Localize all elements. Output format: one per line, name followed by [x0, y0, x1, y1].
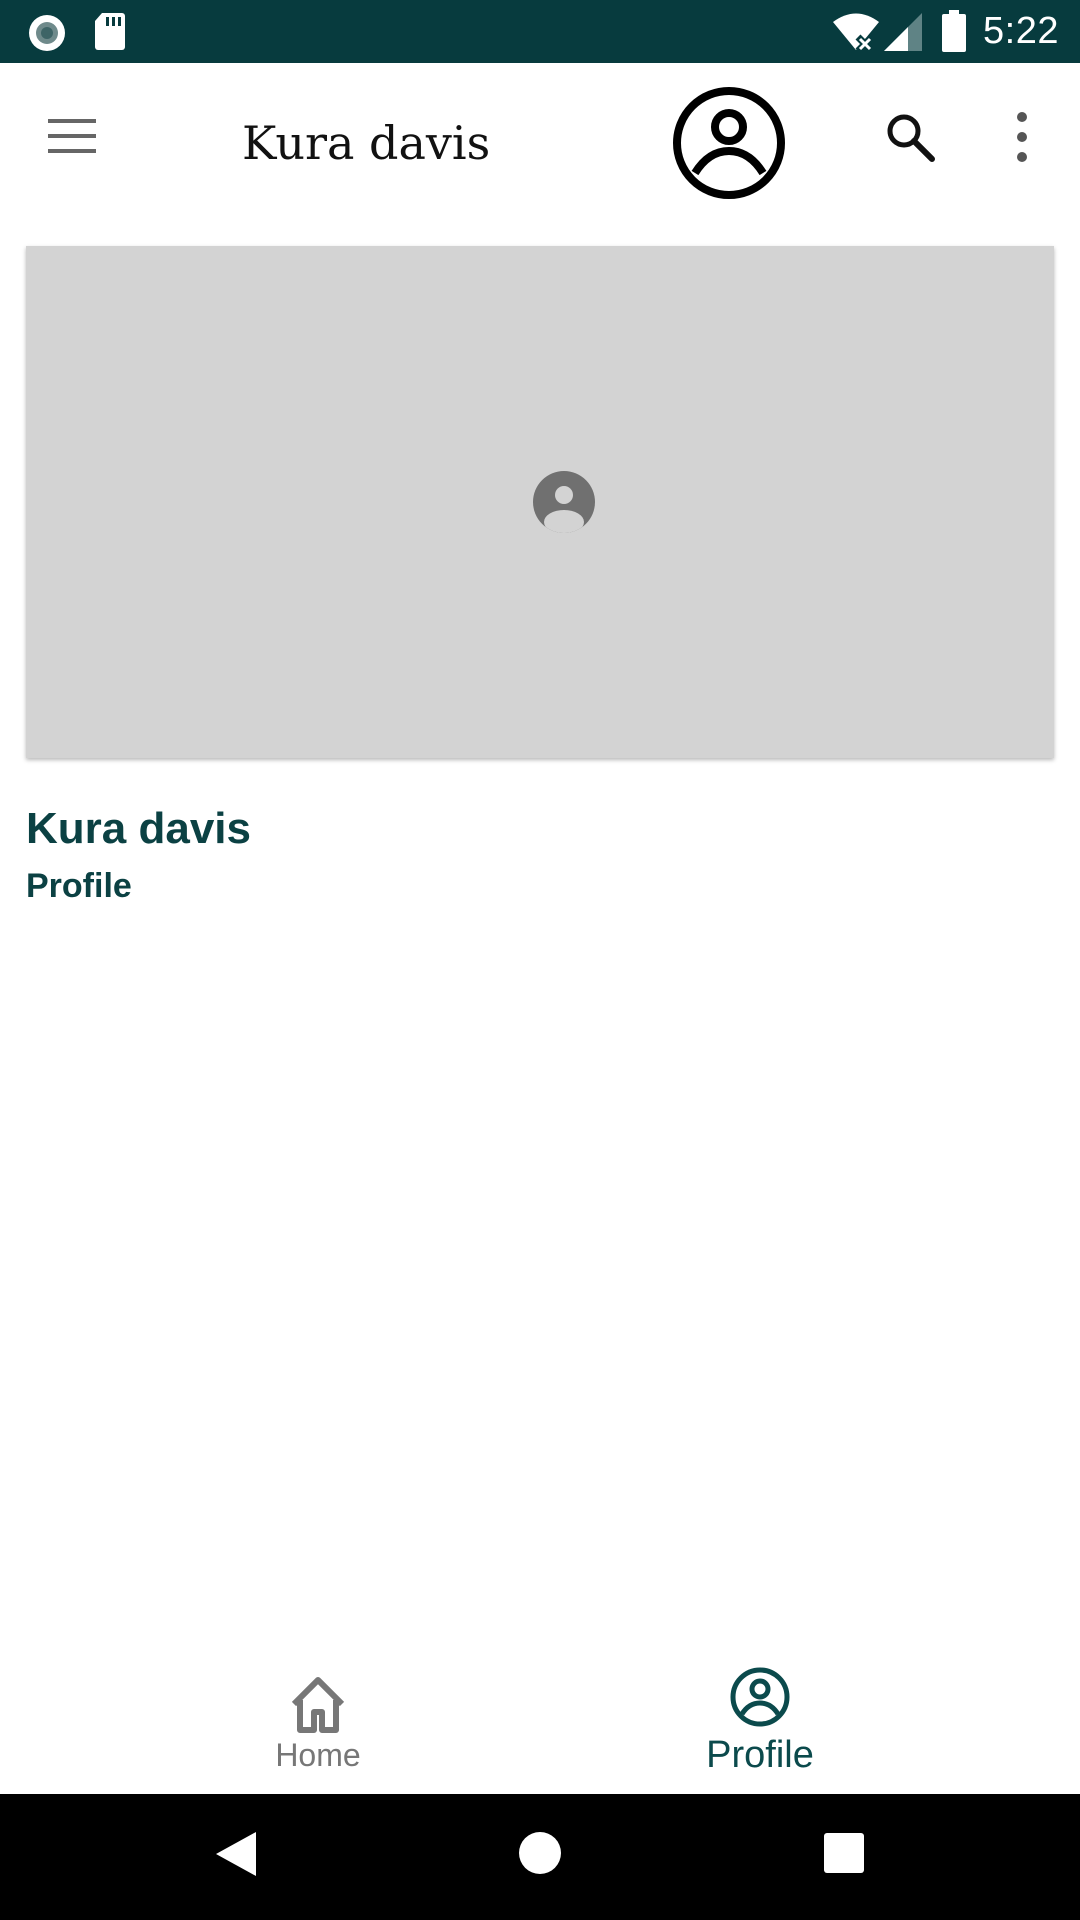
account-circle-icon[interactable]: [671, 85, 787, 201]
more-vert-icon[interactable]: [1012, 111, 1032, 163]
bottom-nav-profile[interactable]: Profile: [490, 1640, 1030, 1794]
cellular-signal-icon: [884, 13, 922, 51]
back-icon[interactable]: [214, 1830, 258, 1878]
profile-subtitle: Profile: [26, 867, 132, 905]
app-bar-title: Kura davis: [242, 116, 491, 170]
profile-name: Kura davis: [26, 804, 251, 853]
menu-icon[interactable]: [46, 116, 98, 156]
status-bar: 5:22: [0, 0, 1080, 63]
sd-card-icon: [95, 13, 125, 50]
bottom-navigation: Home Profile: [0, 1640, 1080, 1794]
wifi-icon: [833, 13, 879, 51]
recents-icon[interactable]: [823, 1832, 865, 1874]
home-circle-icon[interactable]: [518, 1831, 562, 1875]
account-circle-icon: [730, 1667, 790, 1727]
app-bar: Kura davis: [0, 63, 1080, 219]
system-navigation-bar: [0, 1794, 1080, 1920]
status-time: 5:22: [983, 10, 1059, 52]
battery-icon: [942, 10, 966, 52]
person-placeholder-icon: [533, 471, 595, 533]
search-icon[interactable]: [884, 111, 936, 163]
bottom-nav-profile-label: Profile: [706, 1734, 814, 1776]
home-icon: [291, 1677, 345, 1733]
profile-screen: 5:22 Kura davis Kura davis Profile Home …: [0, 0, 1080, 1920]
profile-cover-image: [26, 246, 1054, 758]
record-icon: [29, 15, 65, 51]
